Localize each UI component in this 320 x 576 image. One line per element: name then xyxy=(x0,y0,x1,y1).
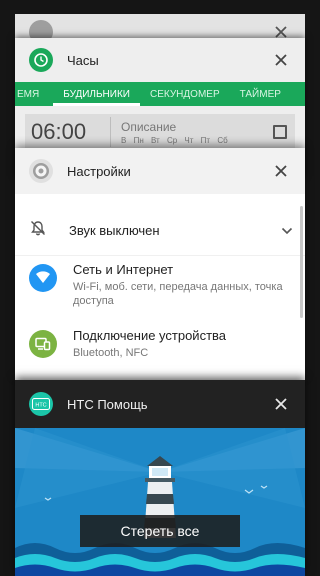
sound-status-row[interactable]: Звук выключен xyxy=(15,206,305,256)
close-icon xyxy=(275,165,287,177)
alarm-day: Ср xyxy=(166,135,178,145)
card-title-htc: HTC Помощь xyxy=(67,396,148,412)
lighthouse-illustration xyxy=(15,428,305,576)
alarm-day: Пт xyxy=(200,135,211,145)
settings-item-network-subtitle: Wi-Fi, моб. сети, передача данных, точка… xyxy=(73,281,283,307)
card-header-htc: HTC HTC Помощь xyxy=(15,380,305,428)
clear-all-button[interactable]: Стереть все xyxy=(80,515,240,547)
tab-stopwatch[interactable]: СЕКУНДОМЕР xyxy=(140,82,230,106)
alarm-day: Пн xyxy=(133,135,144,145)
close-htc-button[interactable] xyxy=(269,392,293,416)
tab-time[interactable]: ЕМЯ xyxy=(15,82,53,106)
alarm-info: Описание В Пн Вт Ср Чт Пт Сб xyxy=(111,120,273,145)
card-header-clock: Часы xyxy=(15,38,305,82)
alarm-checkbox[interactable] xyxy=(273,125,287,139)
alarm-description: Описание xyxy=(121,119,177,134)
alarm-day: Чт xyxy=(184,135,194,145)
gear-icon xyxy=(29,159,53,183)
card-header-settings: Настройки xyxy=(15,148,305,194)
chevron-down-icon[interactable] xyxy=(281,222,293,240)
alarm-day: Вт xyxy=(150,135,160,145)
settings-item-network-title: Сеть и Интернет xyxy=(73,262,174,277)
settings-item-devices-title: Подключение устройства xyxy=(73,328,227,343)
card-title-clock: Часы xyxy=(67,52,99,68)
clock-icon xyxy=(29,48,53,72)
close-icon xyxy=(275,398,287,410)
settings-item-devices[interactable]: Подключение устройства Bluetooth, NFC xyxy=(15,328,305,372)
scrollbar[interactable] xyxy=(300,206,303,318)
tab-alarms[interactable]: БУДИЛЬНИКИ xyxy=(53,82,140,106)
sound-status-label: Звук выключен xyxy=(69,223,160,238)
settings-content: Звук выключен Сеть и Интернет Wi-Fi, моб… xyxy=(15,206,305,380)
alarm-time: 06:00 xyxy=(25,117,111,147)
close-settings-button[interactable] xyxy=(269,159,293,183)
card-title-settings: Настройки xyxy=(67,163,131,179)
alarm-days: В Пн Вт Ср Чт Пт Сб xyxy=(121,136,273,145)
htc-logo-text: HTC xyxy=(35,403,46,409)
alarm-day: В xyxy=(121,135,127,145)
bell-off-icon xyxy=(29,219,47,242)
settings-item-devices-text: Подключение устройства Bluetooth, NFC xyxy=(73,328,226,360)
recent-apps-screen: Часы ЕМЯ БУДИЛЬНИКИ СЕКУНДОМЕР ТАЙМЕР 06… xyxy=(0,0,320,576)
settings-item-network[interactable]: Сеть и Интернет Wi-Fi, моб. сети, переда… xyxy=(15,262,305,320)
tab-timer[interactable]: ТАЙМЕР xyxy=(230,82,291,106)
recent-app-card-settings[interactable]: Настройки Звук выключен Сеть и Интернет … xyxy=(15,148,305,380)
htc-help-icon: HTC xyxy=(29,392,53,416)
alarm-day: Сб xyxy=(217,135,228,145)
devices-icon xyxy=(29,330,57,358)
settings-item-network-text: Сеть и Интернет Wi-Fi, моб. сети, переда… xyxy=(73,262,291,308)
alarm-item[interactable]: 06:00 Описание В Пн Вт Ср Чт Пт Сб xyxy=(25,114,295,150)
close-icon xyxy=(275,54,287,66)
wifi-icon xyxy=(29,264,57,292)
close-clock-button[interactable] xyxy=(269,48,293,72)
settings-item-devices-subtitle: Bluetooth, NFC xyxy=(73,347,149,359)
clock-tab-bar: ЕМЯ БУДИЛЬНИКИ СЕКУНДОМЕР ТАЙМЕР xyxy=(15,82,305,106)
